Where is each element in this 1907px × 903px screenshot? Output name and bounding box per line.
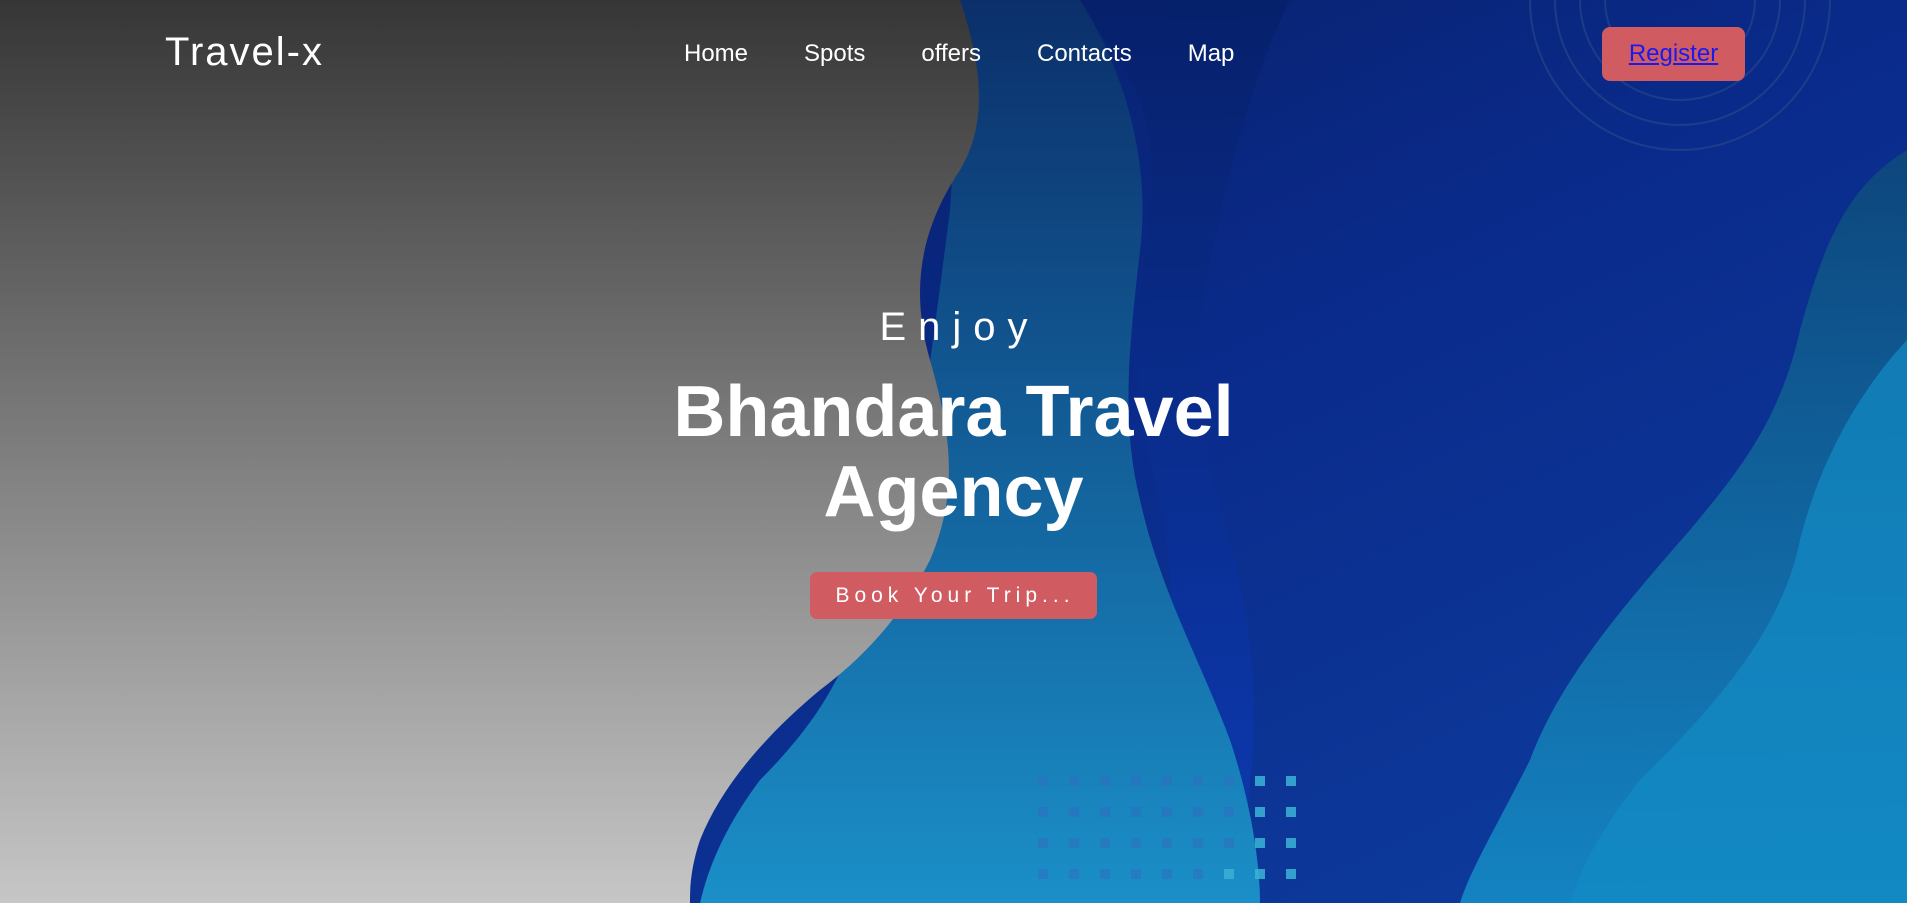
nav-item-contacts[interactable]: Contacts	[1037, 40, 1132, 68]
nav-item-map[interactable]: Map	[1188, 40, 1235, 68]
hero-subtitle: Enjoy	[879, 305, 1040, 349]
book-trip-button[interactable]: Book Your Trip...	[810, 572, 1097, 619]
hero-section: Travel-x Home Spots offers Contacts Map …	[0, 0, 1907, 903]
nav-item-offers[interactable]: offers	[921, 40, 981, 68]
brand-logo[interactable]: Travel-x	[165, 28, 324, 76]
hero-headline: Bhandara Travel Agency	[0, 372, 1907, 532]
nav-item-spots[interactable]: Spots	[804, 40, 865, 68]
navbar: Travel-x Home Spots offers Contacts Map …	[0, 0, 1907, 108]
hero-headline-line2: Agency	[823, 452, 1084, 532]
register-link[interactable]: Register	[1629, 40, 1718, 68]
nav-menu: Home Spots offers Contacts Map	[684, 40, 1290, 68]
register-button[interactable]: Register	[1602, 27, 1745, 81]
hero-content: Enjoy Bhandara Travel Agency Book Your T…	[0, 300, 1907, 619]
nav-item-home[interactable]: Home	[684, 40, 748, 68]
hero-headline-line1: Bhandara Travel	[673, 372, 1234, 452]
